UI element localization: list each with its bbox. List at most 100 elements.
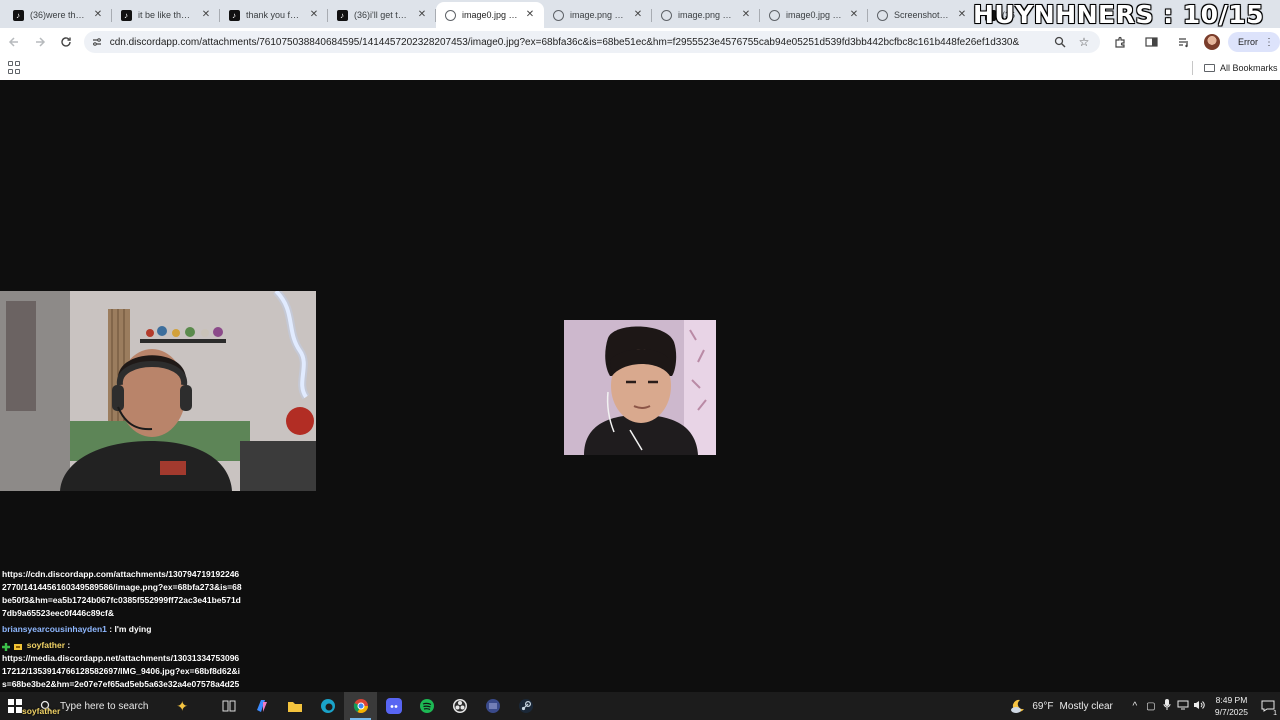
- search-placeholder: Type here to search: [60, 700, 149, 712]
- close-icon[interactable]: ✕: [848, 9, 860, 21]
- globe-icon: [660, 9, 672, 21]
- tab-6[interactable]: image.png (287 ✕: [652, 2, 760, 28]
- chat-log: https://cdn.discordapp.com/attachments/1…: [2, 568, 242, 704]
- back-button[interactable]: [2, 30, 26, 54]
- tab-5[interactable]: image.png (177 ✕: [544, 2, 652, 28]
- bookmark-star-icon[interactable]: ☆: [1074, 33, 1094, 51]
- tiktok-icon: ♪: [336, 9, 348, 21]
- obs-icon[interactable]: [443, 692, 476, 720]
- viewed-image[interactable]: [564, 320, 716, 455]
- moon-cloud-icon: [1011, 699, 1025, 713]
- tab-7[interactable]: image0.jpg (321 ✕: [760, 2, 868, 28]
- stream-overlay-username: soyfather: [22, 706, 61, 716]
- chat-message-text: I'm dying: [114, 624, 152, 634]
- tab-title: thank you for 10: [246, 10, 302, 20]
- bookmarks-bar: All Bookmarks: [0, 56, 1280, 80]
- close-icon[interactable]: ✕: [740, 9, 752, 21]
- close-icon[interactable]: ✕: [524, 9, 536, 21]
- chat-username[interactable]: briansyearcousinhayden1: [2, 624, 107, 634]
- volume-icon[interactable]: [1191, 700, 1207, 713]
- close-icon[interactable]: ✕: [956, 9, 968, 21]
- toolbar-right: Error ⋮: [1108, 30, 1280, 54]
- tab-8[interactable]: Screenshot_2024 ✕: [868, 2, 976, 28]
- folder-icon: [1204, 64, 1215, 72]
- tiktok-icon: ♪: [120, 9, 132, 21]
- media-controls-icon[interactable]: [1172, 30, 1196, 54]
- chrome-icon[interactable]: [344, 692, 377, 720]
- error-button[interactable]: Error ⋮: [1227, 32, 1280, 52]
- reload-button[interactable]: [54, 30, 78, 54]
- webcam-overlay: [0, 291, 316, 491]
- tiktok-icon: ♪: [228, 9, 240, 21]
- microphone-icon[interactable]: [1159, 699, 1175, 713]
- discord-icon[interactable]: [377, 692, 410, 720]
- close-icon[interactable]: ✕: [92, 9, 104, 21]
- zoom-icon[interactable]: [1050, 33, 1070, 51]
- spotify-icon[interactable]: [410, 692, 443, 720]
- back-arrow-icon: [8, 37, 18, 47]
- close-icon[interactable]: ✕: [416, 9, 428, 21]
- tab-title: Screenshot_2024: [894, 10, 950, 20]
- globe-icon: [552, 9, 564, 21]
- tab-title: it be like that so: [138, 10, 194, 20]
- tiktok-icon: ♪: [12, 9, 24, 21]
- site-info-icon[interactable]: [90, 35, 104, 49]
- taskbar-apps: [212, 692, 542, 720]
- url-text[interactable]: cdn.discordapp.com/attachments/761075038…: [110, 37, 1046, 48]
- side-panel-icon[interactable]: [1140, 30, 1164, 54]
- tab-3[interactable]: ♪ (36)i'll get that P ✕: [328, 2, 436, 28]
- notification-count: 1: [1273, 710, 1277, 717]
- profile-avatar[interactable]: [1203, 34, 1220, 50]
- steam-icon[interactable]: [509, 692, 542, 720]
- globe-icon: [768, 9, 780, 21]
- chat-username[interactable]: soyfather: [27, 640, 65, 650]
- windows-logo-icon: [8, 699, 22, 713]
- taskbar-clock[interactable]: 8:49 PM 9/7/2025: [1215, 694, 1248, 718]
- file-explorer-icon[interactable]: [278, 692, 311, 720]
- extensions-icon[interactable]: [1108, 30, 1132, 54]
- tab-4-active[interactable]: image0.jpg (114 ✕: [436, 2, 544, 28]
- address-bar[interactable]: cdn.discordapp.com/attachments/761075038…: [83, 31, 1100, 53]
- close-icon[interactable]: ✕: [632, 9, 644, 21]
- tab-strip: ♪ (36)were these g ✕ ♪ it be like that s…: [0, 0, 1280, 28]
- network-icon[interactable]: [1175, 700, 1191, 713]
- tab-1[interactable]: ♪ it be like that so ✕: [112, 2, 220, 28]
- edge-icon[interactable]: [311, 692, 344, 720]
- image-viewer: https://cdn.discordapp.com/attachments/1…: [0, 80, 1280, 702]
- globe-icon: [876, 9, 888, 21]
- browser-toolbar: cdn.discordapp.com/attachments/761075038…: [0, 28, 1280, 56]
- apps-grid-icon[interactable]: [8, 61, 22, 75]
- globe-icon: [444, 9, 456, 21]
- task-view-icon[interactable]: [212, 692, 245, 720]
- windows-taskbar: Type here to search ✦ 69°F Mostly clear …: [0, 692, 1280, 720]
- weather-widget[interactable]: 69°F Mostly clear: [1010, 698, 1113, 714]
- system-tray: 69°F Mostly clear ^ ▢ 8:49 PM 9/7/2025 1: [1010, 692, 1280, 720]
- tab-0[interactable]: ♪ (36)were these g ✕: [4, 2, 112, 28]
- chevron-up-icon[interactable]: ^: [1127, 701, 1143, 712]
- tab-title: image.png (287: [678, 10, 734, 20]
- all-bookmarks-button[interactable]: All Bookmarks: [1204, 60, 1278, 76]
- forward-arrow-icon: [35, 37, 45, 47]
- usb-icon[interactable]: ▢: [1143, 701, 1159, 712]
- tab-title: image0.jpg (321: [786, 10, 842, 20]
- tab-title: image.png (177: [570, 10, 626, 20]
- screen: ♪ (36)were these g ✕ ♪ it be like that s…: [0, 0, 1280, 720]
- chat-message: https://cdn.discordapp.com/attachments/1…: [2, 568, 242, 620]
- clock-date: 9/7/2025: [1214, 707, 1248, 717]
- plus-badge-icon: [2, 642, 10, 651]
- forward-button[interactable]: [28, 30, 52, 54]
- chat-message-text: https://cdn.discordapp.com/attachments/1…: [2, 569, 242, 618]
- app-icon[interactable]: [476, 692, 509, 720]
- chat-message: briansyearcousinhayden1 : I'm dying: [2, 623, 242, 636]
- notifications-button[interactable]: 1: [1256, 692, 1280, 720]
- error-label: Error: [1237, 37, 1258, 47]
- close-icon[interactable]: ✕: [200, 9, 212, 21]
- more-menu-icon[interactable]: ⋮: [1264, 37, 1274, 48]
- tab-2[interactable]: ♪ thank you for 10 ✕: [220, 2, 328, 28]
- clock-time: 8:49 PM: [1215, 695, 1248, 705]
- copilot-icon[interactable]: [245, 692, 278, 720]
- weather-text: Mostly clear: [1059, 700, 1113, 712]
- chat-separator: :: [67, 640, 71, 650]
- stream-overlay-title: HUYNHNERS : 10/15: [972, 0, 1264, 28]
- close-icon[interactable]: ✕: [308, 9, 320, 21]
